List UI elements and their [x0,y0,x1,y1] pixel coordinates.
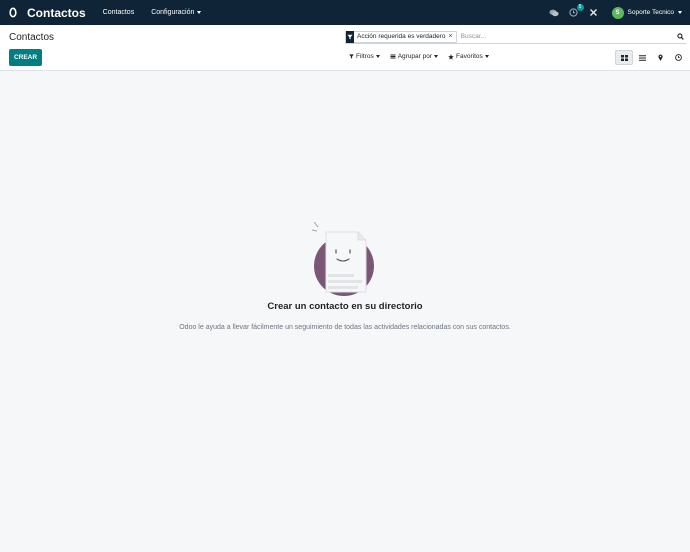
chevron-down-icon [434,55,439,58]
app-brand[interactable]: Contactos [27,6,86,20]
chevron-down-icon [678,11,682,14]
breadcrumb: Contactos [9,32,55,43]
menu-configuracion-label: Configuración [151,9,195,16]
activity-clock-icon[interactable]: 5 [564,0,584,25]
favorites-dropdown[interactable]: Favoritos [448,53,489,60]
list-icon [638,54,646,61]
main-navbar: Contactos Contactos Configuración 5 S So… [0,0,690,25]
layers-icon [390,54,396,59]
odoo-logo-icon[interactable] [0,0,26,25]
activity-badge: 5 [576,4,584,11]
empty-state-text: Odoo le ayuda a llevar fácilmente un seg… [179,324,511,331]
menu-configuracion[interactable]: Configuración [151,9,202,16]
chat-icon[interactable] [544,0,564,25]
chevron-down-icon [484,55,489,58]
kanban-view-button[interactable] [615,50,633,65]
kanban-icon [620,54,628,61]
filters-label: Filtros [356,53,374,60]
user-name: Soporte Tecnico [627,9,675,16]
search-facet: Acción requerida es verdadero × [345,30,457,43]
control-panel: Contactos CREAR Acción requerida es verd… [0,25,690,71]
group-by-dropdown[interactable]: Agrupar por [390,53,439,60]
menu-contactos[interactable]: Contactos [103,9,135,16]
list-view-button[interactable] [633,50,651,65]
star-icon [448,53,454,60]
map-view-button[interactable] [651,50,669,65]
menu-contactos-label: Contactos [102,9,135,16]
debug-tools-icon[interactable] [584,0,604,25]
search-icon[interactable] [674,31,686,43]
funnel-icon [346,30,354,43]
activity-view-button[interactable] [669,50,687,65]
user-menu[interactable]: S Soporte Tecnico [611,6,682,19]
group-by-label: Agrupar por [397,53,433,60]
favorites-label: Favoritos [456,53,483,60]
facet-remove-icon[interactable]: × [449,33,456,40]
search-options: Filtros Agrupar por Favoritos [349,53,489,60]
clock-icon [674,54,682,61]
search-bar: Acción requerida es verdadero × [345,30,686,44]
empty-state-title: Crear un contacto en su directorio [267,301,423,312]
search-input[interactable] [460,30,674,43]
avatar: S [611,6,624,19]
map-marker-icon [657,54,663,61]
filters-dropdown[interactable]: Filtros [349,53,380,60]
view-switcher [615,50,687,65]
chevron-down-icon [197,11,202,14]
systray: 5 S Soporte Tecnico [544,0,690,25]
funnel-icon [349,54,354,59]
chevron-down-icon [375,55,380,58]
create-button[interactable]: CREAR [9,49,42,66]
facet-value: Acción requerida es verdadero [357,33,446,40]
smiling-document-illustration [312,222,374,296]
empty-state-help: Crear un contacto en su directorio Odoo … [160,222,530,334]
